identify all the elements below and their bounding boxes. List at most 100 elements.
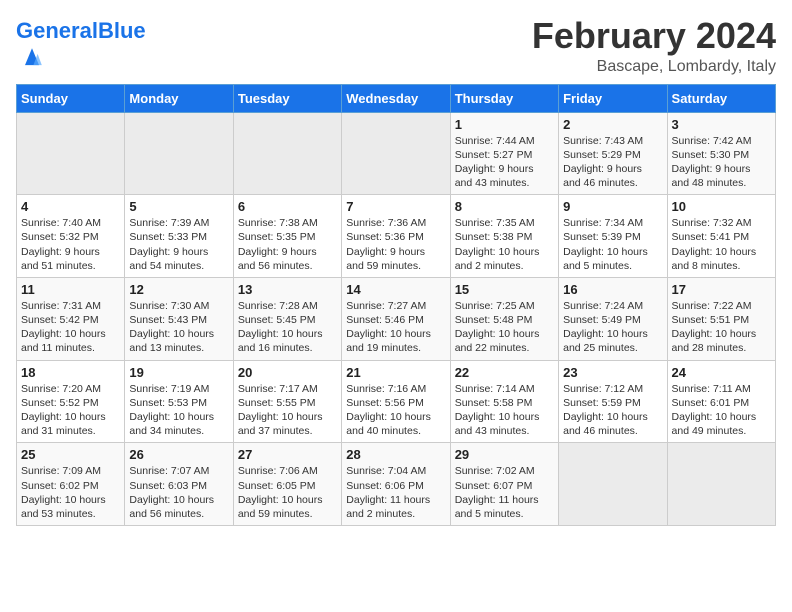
day-info: Sunrise: 7:17 AM Sunset: 5:55 PM Dayligh… (238, 382, 337, 439)
day-info: Sunrise: 7:31 AM Sunset: 5:42 PM Dayligh… (21, 299, 120, 356)
calendar-cell: 23 Sunrise: 7:12 AM Sunset: 5:59 PM Dayli… (559, 360, 667, 443)
day-number: 4 (21, 199, 120, 214)
calendar-cell: 18 Sunrise: 7:20 AM Sunset: 5:52 PM Dayli… (17, 360, 125, 443)
day-number: 24 (672, 365, 771, 380)
calendar-cell (17, 112, 125, 195)
day-number: 1 (455, 117, 554, 132)
day-number: 21 (346, 365, 445, 380)
day-info: Sunrise: 7:27 AM Sunset: 5:46 PM Dayligh… (346, 299, 445, 356)
day-number: 29 (455, 447, 554, 462)
day-number: 11 (21, 282, 120, 297)
logo-blue: Blue (98, 18, 146, 43)
calendar-cell: 19 Sunrise: 7:19 AM Sunset: 5:53 PM Dayli… (125, 360, 233, 443)
day-info: Sunrise: 7:19 AM Sunset: 5:53 PM Dayligh… (129, 382, 228, 439)
day-info: Sunrise: 7:06 AM Sunset: 6:05 PM Dayligh… (238, 464, 337, 521)
day-info: Sunrise: 7:12 AM Sunset: 5:59 PM Dayligh… (563, 382, 662, 439)
day-number: 17 (672, 282, 771, 297)
day-info: Sunrise: 7:44 AM Sunset: 5:27 PM Dayligh… (455, 134, 554, 191)
calendar-cell: 8Sunrise: 7:35 AM Sunset: 5:38 PM Daylig… (450, 195, 558, 278)
calendar-cell: 17 Sunrise: 7:22 AM Sunset: 5:51 PM Dayli… (667, 277, 775, 360)
day-number: 8 (455, 199, 554, 214)
calendar-cell (667, 443, 775, 526)
calendar-cell: 27Sunrise: 7:06 AM Sunset: 6:05 PM Dayli… (233, 443, 341, 526)
calendar-cell: 28 Sunrise: 7:04 AM Sunset: 6:06 PM Dayli… (342, 443, 450, 526)
day-number: 12 (129, 282, 228, 297)
weekday-header-friday: Friday (559, 84, 667, 112)
weekday-header-row: SundayMondayTuesdayWednesdayThursdayFrid… (17, 84, 776, 112)
calendar-cell (125, 112, 233, 195)
day-number: 7 (346, 199, 445, 214)
day-info: Sunrise: 7:07 AM Sunset: 6:03 PM Dayligh… (129, 464, 228, 521)
day-number: 19 (129, 365, 228, 380)
weekday-header-tuesday: Tuesday (233, 84, 341, 112)
calendar-cell (342, 112, 450, 195)
calendar-cell (559, 443, 667, 526)
calendar-cell: 16Sunrise: 7:24 AM Sunset: 5:49 PM Dayli… (559, 277, 667, 360)
calendar-cell: 10 Sunrise: 7:32 AM Sunset: 5:41 PM Dayli… (667, 195, 775, 278)
calendar-cell: 29 Sunrise: 7:02 AM Sunset: 6:07 PM Dayli… (450, 443, 558, 526)
calendar-cell: 14 Sunrise: 7:27 AM Sunset: 5:46 PM Dayli… (342, 277, 450, 360)
calendar-cell: 26 Sunrise: 7:07 AM Sunset: 6:03 PM Dayli… (125, 443, 233, 526)
day-info: Sunrise: 7:28 AM Sunset: 5:45 PM Dayligh… (238, 299, 337, 356)
day-info: Sunrise: 7:38 AM Sunset: 5:35 PM Dayligh… (238, 216, 337, 273)
main-title: February 2024 (532, 16, 776, 56)
calendar-cell: 11 Sunrise: 7:31 AM Sunset: 5:42 PM Dayli… (17, 277, 125, 360)
day-number: 18 (21, 365, 120, 380)
day-info: Sunrise: 7:16 AM Sunset: 5:56 PM Dayligh… (346, 382, 445, 439)
day-info: Sunrise: 7:30 AM Sunset: 5:43 PM Dayligh… (129, 299, 228, 356)
calendar-cell: 1 Sunrise: 7:44 AM Sunset: 5:27 PM Daylig… (450, 112, 558, 195)
calendar-cell: 22Sunrise: 7:14 AM Sunset: 5:58 PM Dayli… (450, 360, 558, 443)
logo-icon (18, 42, 46, 70)
day-info: Sunrise: 7:22 AM Sunset: 5:51 PM Dayligh… (672, 299, 771, 356)
calendar-cell: 25 Sunrise: 7:09 AM Sunset: 6:02 PM Dayli… (17, 443, 125, 526)
day-number: 26 (129, 447, 228, 462)
logo-text: GeneralBlue (16, 20, 146, 42)
calendar-cell: 7Sunrise: 7:36 AM Sunset: 5:36 PM Daylig… (342, 195, 450, 278)
calendar-week-row: 18 Sunrise: 7:20 AM Sunset: 5:52 PM Dayli… (17, 360, 776, 443)
day-number: 25 (21, 447, 120, 462)
day-number: 23 (563, 365, 662, 380)
calendar-cell: 4Sunrise: 7:40 AM Sunset: 5:32 PM Daylig… (17, 195, 125, 278)
day-number: 3 (672, 117, 771, 132)
weekday-header-thursday: Thursday (450, 84, 558, 112)
day-info: Sunrise: 7:39 AM Sunset: 5:33 PM Dayligh… (129, 216, 228, 273)
calendar-cell: 20 Sunrise: 7:17 AM Sunset: 5:55 PM Dayli… (233, 360, 341, 443)
day-info: Sunrise: 7:20 AM Sunset: 5:52 PM Dayligh… (21, 382, 120, 439)
calendar-week-row: 1 Sunrise: 7:44 AM Sunset: 5:27 PM Daylig… (17, 112, 776, 195)
day-number: 14 (346, 282, 445, 297)
day-info: Sunrise: 7:32 AM Sunset: 5:41 PM Dayligh… (672, 216, 771, 273)
day-info: Sunrise: 7:02 AM Sunset: 6:07 PM Dayligh… (455, 464, 554, 521)
day-info: Sunrise: 7:04 AM Sunset: 6:06 PM Dayligh… (346, 464, 445, 521)
weekday-header-saturday: Saturday (667, 84, 775, 112)
day-number: 22 (455, 365, 554, 380)
day-info: Sunrise: 7:09 AM Sunset: 6:02 PM Dayligh… (21, 464, 120, 521)
day-number: 6 (238, 199, 337, 214)
day-number: 5 (129, 199, 228, 214)
calendar-cell: 15 Sunrise: 7:25 AM Sunset: 5:48 PM Dayli… (450, 277, 558, 360)
calendar-table: SundayMondayTuesdayWednesdayThursdayFrid… (16, 84, 776, 526)
calendar-cell: 9Sunrise: 7:34 AM Sunset: 5:39 PM Daylig… (559, 195, 667, 278)
day-info: Sunrise: 7:34 AM Sunset: 5:39 PM Dayligh… (563, 216, 662, 273)
logo: GeneralBlue (16, 20, 146, 75)
day-number: 2 (563, 117, 662, 132)
weekday-header-wednesday: Wednesday (342, 84, 450, 112)
calendar-cell: 12 Sunrise: 7:30 AM Sunset: 5:43 PM Dayli… (125, 277, 233, 360)
page-header: GeneralBlue February 2024 Bascape, Lomba… (16, 16, 776, 76)
calendar-cell: 3Sunrise: 7:42 AM Sunset: 5:30 PM Daylig… (667, 112, 775, 195)
day-number: 15 (455, 282, 554, 297)
day-number: 10 (672, 199, 771, 214)
calendar-cell: 24Sunrise: 7:11 AM Sunset: 6:01 PM Dayli… (667, 360, 775, 443)
calendar-cell: 6 Sunrise: 7:38 AM Sunset: 5:35 PM Daylig… (233, 195, 341, 278)
calendar-cell (233, 112, 341, 195)
day-info: Sunrise: 7:25 AM Sunset: 5:48 PM Dayligh… (455, 299, 554, 356)
day-number: 16 (563, 282, 662, 297)
day-number: 20 (238, 365, 337, 380)
day-info: Sunrise: 7:43 AM Sunset: 5:29 PM Dayligh… (563, 134, 662, 191)
day-number: 28 (346, 447, 445, 462)
calendar-week-row: 11 Sunrise: 7:31 AM Sunset: 5:42 PM Dayli… (17, 277, 776, 360)
weekday-header-sunday: Sunday (17, 84, 125, 112)
calendar-cell: 13Sunrise: 7:28 AM Sunset: 5:45 PM Dayli… (233, 277, 341, 360)
calendar-week-row: 4Sunrise: 7:40 AM Sunset: 5:32 PM Daylig… (17, 195, 776, 278)
calendar-cell: 2 Sunrise: 7:43 AM Sunset: 5:29 PM Daylig… (559, 112, 667, 195)
subtitle: Bascape, Lombardy, Italy (532, 58, 776, 76)
